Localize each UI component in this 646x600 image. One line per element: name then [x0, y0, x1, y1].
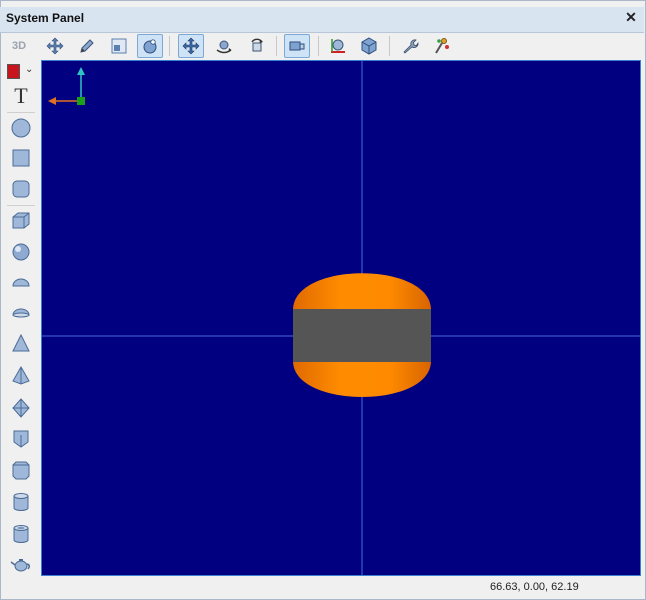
half-sphere-icon: [12, 278, 30, 287]
move-button[interactable]: [42, 34, 68, 58]
rotate-view-button[interactable]: [244, 34, 270, 58]
select-region-button[interactable]: [106, 34, 132, 58]
text-tool-button[interactable]: T: [5, 82, 37, 110]
scene-canvas: [42, 61, 640, 575]
circle-icon: [11, 118, 31, 138]
cone-tool-button[interactable]: [5, 330, 37, 358]
teapot-icon: [10, 559, 31, 572]
square-tool-button[interactable]: [5, 144, 37, 172]
tools-icon: [435, 38, 449, 54]
hex-prism-tool-button[interactable]: [5, 456, 37, 484]
toolbar-separator: [389, 36, 390, 56]
tube-tool-button[interactable]: [5, 520, 37, 548]
wrench-button[interactable]: [397, 34, 423, 58]
3d-object[interactable]: [293, 273, 431, 397]
rotate-button[interactable]: [211, 34, 237, 58]
wrench-icon: [403, 39, 419, 54]
pan-button[interactable]: [178, 34, 204, 58]
circle-tool-button[interactable]: [5, 114, 37, 142]
cube-tool-button[interactable]: [5, 207, 37, 235]
prism-tool-button[interactable]: [5, 425, 37, 453]
pencil-icon: [80, 39, 94, 53]
dome-icon: [12, 308, 30, 318]
toolbar-separator: [276, 36, 277, 56]
select-region-icon: [111, 38, 127, 54]
cylinder-icon: [13, 493, 29, 511]
mode-3d-label: 3D: [11, 40, 27, 52]
tube-icon: [13, 525, 29, 543]
toolbar: 3D: [0, 33, 644, 60]
axes-view-button[interactable]: [325, 34, 351, 58]
toolbar-separator: [169, 36, 170, 56]
half-sphere-tool-button[interactable]: [5, 268, 37, 296]
rotate-icon: [216, 40, 232, 54]
axis-gizmo: [48, 67, 85, 105]
shape-toolbar: ⌄ T: [3, 60, 39, 578]
sphere-tool-button[interactable]: [5, 238, 37, 266]
3d-viewport[interactable]: [41, 60, 641, 576]
orbit-target-icon: [143, 39, 157, 54]
camera-box-button[interactable]: [284, 34, 310, 58]
teapot-tool-button[interactable]: [5, 550, 37, 578]
toolbar-separator: [7, 205, 35, 206]
chevron-down-icon: ⌄: [25, 64, 34, 75]
window-title: System Panel: [6, 11, 85, 25]
cube-view-icon: [361, 37, 377, 55]
color-swatch: [7, 64, 20, 79]
camera-box-icon: [289, 41, 305, 51]
toolbar-separator: [318, 36, 319, 56]
text-tool-icon: T: [14, 83, 28, 108]
octahedron-tool-button[interactable]: [5, 394, 37, 422]
rounded-square-tool-button[interactable]: [5, 175, 37, 203]
axes-view-icon: [331, 39, 345, 53]
cube-view-button[interactable]: [356, 34, 382, 58]
title-bar: System Panel ✕: [0, 7, 644, 33]
rotate-view-icon: [251, 38, 263, 52]
prism-icon: [13, 430, 29, 448]
color-picker[interactable]: ⌄: [3, 60, 39, 84]
rounded-square-icon: [12, 180, 30, 198]
sphere-icon: [12, 243, 30, 261]
toolbar-separator: [7, 112, 35, 113]
cone-icon: [12, 333, 30, 352]
tools-button[interactable]: [429, 34, 455, 58]
hex-prism-icon: [12, 461, 30, 480]
mode-3d-button[interactable]: 3D: [6, 34, 32, 58]
orbit-target-button[interactable]: [137, 34, 163, 58]
pencil-button[interactable]: [74, 34, 100, 58]
square-icon: [12, 149, 30, 167]
move-icon: [46, 37, 64, 55]
pan-icon: [182, 37, 200, 55]
octahedron-icon: [12, 398, 30, 418]
dome-tool-button[interactable]: [5, 298, 37, 326]
cylinder-tool-button[interactable]: [5, 488, 37, 516]
cube-icon: [12, 212, 30, 229]
pyramid-tool-button[interactable]: [5, 362, 37, 390]
close-button[interactable]: ✕: [624, 9, 638, 26]
pyramid-icon: [12, 365, 30, 385]
status-coordinates: 66.63, 0.00, 62.19: [490, 581, 579, 593]
